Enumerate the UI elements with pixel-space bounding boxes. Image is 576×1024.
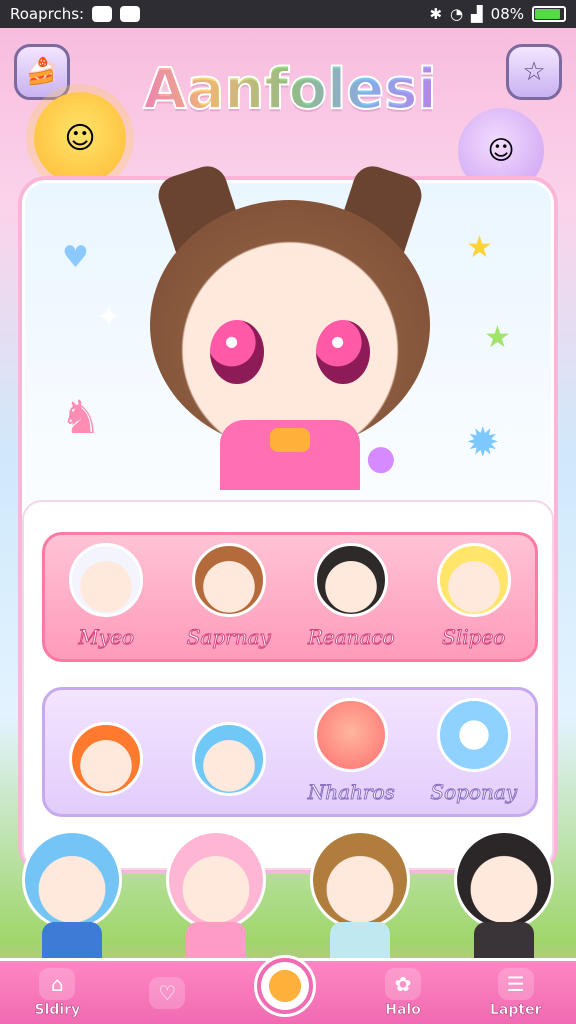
eye-right [316, 320, 370, 384]
character-card[interactable] [174, 684, 284, 804]
nav-story[interactable]: ⌂ Sldiry [34, 967, 81, 1018]
character-body [474, 922, 534, 960]
smile-icon: ☺ [64, 120, 96, 156]
character-card[interactable]: Nhahros [296, 684, 406, 805]
nav-connect[interactable]: ♡ [149, 976, 186, 1009]
featured-characters [0, 820, 576, 960]
bow-icon [270, 428, 310, 452]
character-body [330, 922, 390, 960]
status-bar: Roaprchs: ✱ ◔ ▟ 08% [0, 0, 576, 28]
star-icon: ☆ [522, 57, 546, 87]
star-icon: ★ [484, 320, 511, 355]
character-portrait [166, 830, 266, 930]
game-title: Aanfolesi [130, 57, 450, 123]
cake-button[interactable]: 🍰 [14, 44, 70, 100]
nav-home-orb[interactable] [254, 954, 317, 1017]
character-portrait [310, 830, 410, 930]
character-card[interactable]: Soponay [419, 684, 529, 805]
character-name: Slipeo [442, 625, 506, 650]
signal-icon: ▟ [471, 5, 483, 23]
header: 🍰 Aanfolesi ☆ ☺ ☺ [0, 28, 576, 194]
heart-ring-icon: ♡ [149, 976, 186, 1009]
character-portrait [191, 543, 266, 617]
character-card[interactable]: Myeo [51, 529, 161, 650]
character-name: Myeo [78, 625, 135, 650]
status-left-text: Roaprchs: [10, 5, 85, 23]
favorites-button[interactable]: ☆ [506, 44, 562, 100]
battery-icon [532, 6, 566, 22]
character-portrait [69, 543, 144, 617]
pink-cat-mascot: ♞ [60, 390, 102, 444]
sparkle-icon: ✦ [96, 300, 122, 335]
featured-character[interactable] [444, 830, 564, 960]
character-portrait [436, 543, 511, 617]
eye-left [210, 320, 264, 384]
wifi-icon: ◔ [450, 5, 464, 23]
character-name: Nhahros [307, 780, 395, 805]
nav-menu[interactable]: ☰ Lapter [490, 967, 542, 1018]
menu-icon: ☰ [497, 967, 534, 1000]
sun-mascot: ☺ [34, 92, 126, 184]
nav-label: Sldiry [34, 1001, 81, 1018]
robot-icon [120, 6, 141, 22]
character-body [42, 922, 102, 960]
character-head [150, 200, 430, 450]
character-card[interactable]: Saprnay [174, 529, 284, 650]
featured-character[interactable] [156, 830, 276, 960]
flower-icon: ✿ [385, 967, 422, 1000]
character-card[interactable]: Slipeo [419, 529, 529, 650]
bluetooth-icon: ✱ [429, 5, 443, 23]
character-portrait [69, 722, 144, 796]
cake-icon: 🍰 [25, 57, 59, 87]
bottom-nav: ⌂ Sldiry ♡ ✿ Halo ☰ Lapter [0, 954, 576, 1024]
spiky-blob-icon: ✹ [466, 420, 500, 466]
character-portrait [22, 830, 122, 930]
character-body [186, 922, 246, 960]
heart-icon: ♥ [62, 240, 89, 275]
featured-character[interactable] [12, 830, 132, 960]
featured-character[interactable] [300, 830, 420, 960]
main-character[interactable] [150, 161, 430, 490]
nav-halo[interactable]: ✿ Halo [385, 967, 422, 1018]
character-portrait [314, 698, 389, 772]
orb-icon [254, 954, 317, 1017]
nav-label: Lapter [490, 1001, 542, 1018]
battery-text: 08% [490, 5, 524, 23]
character-portrait [436, 698, 511, 772]
camera-icon [92, 6, 113, 22]
home-icon: ⌂ [39, 967, 76, 1000]
star-icon: ★ [466, 230, 493, 265]
character-name: Saprnay [186, 625, 271, 650]
character-portrait [191, 722, 266, 796]
nav-label: Halo [385, 1001, 421, 1018]
roster-row-2: Nhahros Soponay [42, 687, 538, 817]
character-portrait [454, 830, 554, 930]
roster-panel: Myeo Saprnay Reanaco Slipeo Nhahros Sopo… [22, 500, 554, 870]
character-portrait [314, 543, 389, 617]
smile-icon: ☺ [487, 136, 515, 166]
roster-row-1: Myeo Saprnay Reanaco Slipeo [42, 532, 538, 662]
character-card[interactable]: Reanaco [296, 529, 406, 650]
character-name: Soponay [430, 780, 518, 805]
character-name: Reanaco [307, 625, 395, 650]
character-card[interactable] [51, 684, 161, 804]
